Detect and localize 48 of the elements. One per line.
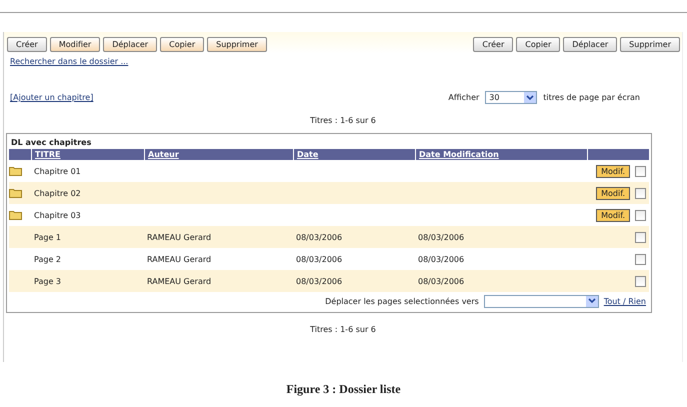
title-cell-text: Chapitre 02	[33, 188, 82, 198]
modified-date-cell-text: 08/03/2006	[417, 232, 466, 242]
toolbar-button[interactable]: Supprimer	[620, 37, 680, 52]
move-label: Déplacer les pages selectionnées vers	[325, 296, 479, 306]
modify-button[interactable]: Modif.	[596, 208, 630, 222]
per-page-label: titres de page par écran	[543, 93, 640, 102]
date-cell-text: 08/03/2006	[295, 232, 344, 242]
toolbar-button[interactable]: Copier	[160, 37, 204, 52]
toolbar-button[interactable]: Créer	[473, 37, 514, 52]
date-cell-text: 08/03/2006	[295, 276, 344, 286]
title-cell-text: Chapitre 01	[33, 166, 82, 176]
row-checkbox[interactable]	[635, 210, 646, 220]
table-title: DL avec chapitres	[11, 138, 92, 147]
author-cell-text: RAMEAU Gerard	[146, 232, 212, 242]
modify-button[interactable]: Modif.	[596, 164, 630, 178]
toolbar-button[interactable]: Déplacer	[563, 37, 618, 52]
toolbar-button[interactable]: Copier	[516, 37, 560, 52]
row-checkbox[interactable]	[635, 254, 646, 264]
figure-caption: Figure 3 : Dossier liste	[286, 382, 401, 396]
row-checkbox[interactable]	[635, 276, 646, 286]
toolbar-button[interactable]: Modifier	[50, 37, 100, 52]
add-chapter-link[interactable]: [Ajouter un chapitre]	[10, 93, 94, 102]
title-count: Titres : 1-6 sur 6	[310, 325, 376, 334]
toolbar-button[interactable]: Créer	[7, 37, 47, 52]
per-page-select[interactable]: 30	[485, 91, 538, 104]
row-checkbox[interactable]	[635, 232, 646, 242]
title-cell-text: Page 1	[33, 232, 62, 242]
row-checkbox[interactable]	[635, 166, 646, 176]
modified-date-cell-text: 08/03/2006	[417, 276, 466, 286]
modify-button[interactable]: Modif.	[596, 186, 630, 200]
author-cell-text: RAMEAU Gerard	[146, 276, 212, 286]
move-target-select[interactable]	[484, 294, 599, 308]
modified-date-cell-text: 08/03/2006	[417, 254, 466, 264]
search-link[interactable]: Rechercher dans le dossier ...	[10, 57, 128, 66]
folder-icon	[9, 210, 22, 220]
folder-icon	[9, 166, 22, 176]
toolbar-button[interactable]: Supprimer	[207, 37, 267, 52]
title-cell-text: Chapitre 03	[33, 210, 82, 220]
title-cell-text: Page 3	[33, 276, 62, 286]
title-cell-text: Page 2	[33, 254, 62, 264]
toolbar-button[interactable]: Déplacer	[103, 37, 158, 52]
row-checkbox[interactable]	[635, 188, 646, 198]
display-label: Afficher	[448, 93, 480, 102]
select-all-link[interactable]: Tout / Rien	[604, 296, 646, 306]
title-count: Titres : 1-6 sur 6	[310, 116, 376, 125]
date-cell-text: 08/03/2006	[295, 254, 344, 264]
folder-icon	[9, 188, 22, 198]
author-cell-text: RAMEAU Gerard	[146, 254, 212, 264]
